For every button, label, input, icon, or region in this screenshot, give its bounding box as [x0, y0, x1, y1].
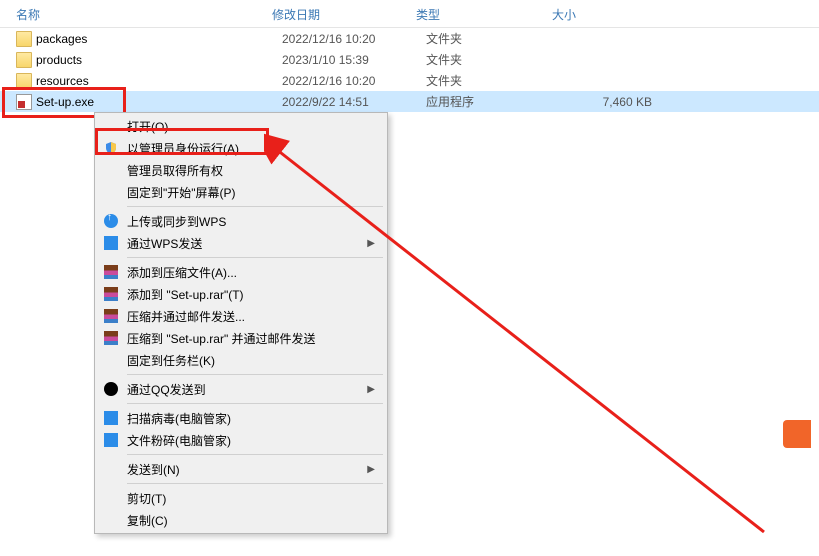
pcmgr-icon [101, 410, 121, 426]
side-badge-icon[interactable] [783, 420, 811, 448]
menu-run-as-admin[interactable]: 以管理员身份运行(A) [97, 137, 385, 159]
menu-cut[interactable]: 剪切(T) [97, 487, 385, 509]
file-type: 文件夹 [426, 72, 562, 89]
folder-icon [16, 52, 32, 68]
rar-icon [101, 286, 121, 302]
file-size: 7,460 KB [562, 95, 652, 109]
context-menu: 打开(O) 以管理员身份运行(A) 管理员取得所有权 固定到"开始"屏幕(P) … [94, 112, 388, 534]
menu-compress-email[interactable]: 压缩并通过邮件发送... [97, 305, 385, 327]
menu-pin-start[interactable]: 固定到"开始"屏幕(P) [97, 181, 385, 203]
chevron-right-icon: ▶ [367, 384, 375, 395]
wps-send-icon [101, 235, 121, 251]
file-type: 文件夹 [426, 30, 562, 47]
pcmgr-icon [101, 432, 121, 448]
menu-send-to[interactable]: 发送到(N)▶ [97, 458, 385, 480]
folder-icon [16, 31, 32, 47]
menu-pin-taskbar[interactable]: 固定到任务栏(K) [97, 349, 385, 371]
menu-add-setup-rar[interactable]: 添加到 "Set-up.rar"(T) [97, 283, 385, 305]
menu-file-shred[interactable]: 文件粉碎(电脑管家) [97, 429, 385, 451]
column-header: 名称 修改日期 类型 大小 [0, 0, 819, 28]
file-date: 2022/9/22 14:51 [282, 95, 426, 109]
file-date: 2022/12/16 10:20 [282, 74, 426, 88]
file-list: packages2022/12/16 10:20文件夹products2023/… [0, 28, 819, 112]
menu-separator [127, 206, 383, 207]
header-type[interactable]: 类型 [412, 0, 548, 27]
rar-icon [101, 264, 121, 280]
file-name: packages [36, 32, 282, 46]
menu-compress-setup-email[interactable]: 压缩到 "Set-up.rar" 并通过邮件发送 [97, 327, 385, 349]
file-row[interactable]: products2023/1/10 15:39文件夹 [0, 49, 819, 70]
file-type: 应用程序 [426, 93, 562, 110]
menu-wps-upload[interactable]: 上传或同步到WPS [97, 210, 385, 232]
menu-qq-send[interactable]: 通过QQ发送到▶ [97, 378, 385, 400]
menu-separator [127, 257, 383, 258]
file-row[interactable]: packages2022/12/16 10:20文件夹 [0, 28, 819, 49]
exe-icon [16, 94, 32, 110]
header-size[interactable]: 大小 [548, 0, 648, 27]
file-row[interactable]: Set-up.exe2022/9/22 14:51应用程序7,460 KB [0, 91, 819, 112]
rar-icon [101, 308, 121, 324]
wps-upload-icon [101, 213, 121, 229]
menu-separator [127, 454, 383, 455]
file-name: Set-up.exe [36, 95, 282, 109]
menu-separator [127, 374, 383, 375]
qq-icon [101, 381, 121, 397]
file-row[interactable]: resources2022/12/16 10:20文件夹 [0, 70, 819, 91]
chevron-right-icon: ▶ [367, 238, 375, 249]
file-name: resources [36, 74, 282, 88]
file-type: 文件夹 [426, 51, 562, 68]
header-date[interactable]: 修改日期 [268, 0, 412, 27]
header-name[interactable]: 名称 [0, 0, 268, 27]
rar-icon [101, 330, 121, 346]
file-date: 2022/12/16 10:20 [282, 32, 426, 46]
folder-icon [16, 73, 32, 89]
menu-take-ownership[interactable]: 管理员取得所有权 [97, 159, 385, 181]
menu-wps-send[interactable]: 通过WPS发送▶ [97, 232, 385, 254]
shield-icon [101, 140, 121, 156]
menu-copy[interactable]: 复制(C) [97, 509, 385, 531]
menu-separator [127, 403, 383, 404]
menu-add-archive[interactable]: 添加到压缩文件(A)... [97, 261, 385, 283]
menu-separator [127, 483, 383, 484]
menu-open[interactable]: 打开(O) [97, 115, 385, 137]
file-date: 2023/1/10 15:39 [282, 53, 426, 67]
chevron-right-icon: ▶ [367, 464, 375, 475]
menu-scan-virus[interactable]: 扫描病毒(电脑管家) [97, 407, 385, 429]
file-name: products [36, 53, 282, 67]
